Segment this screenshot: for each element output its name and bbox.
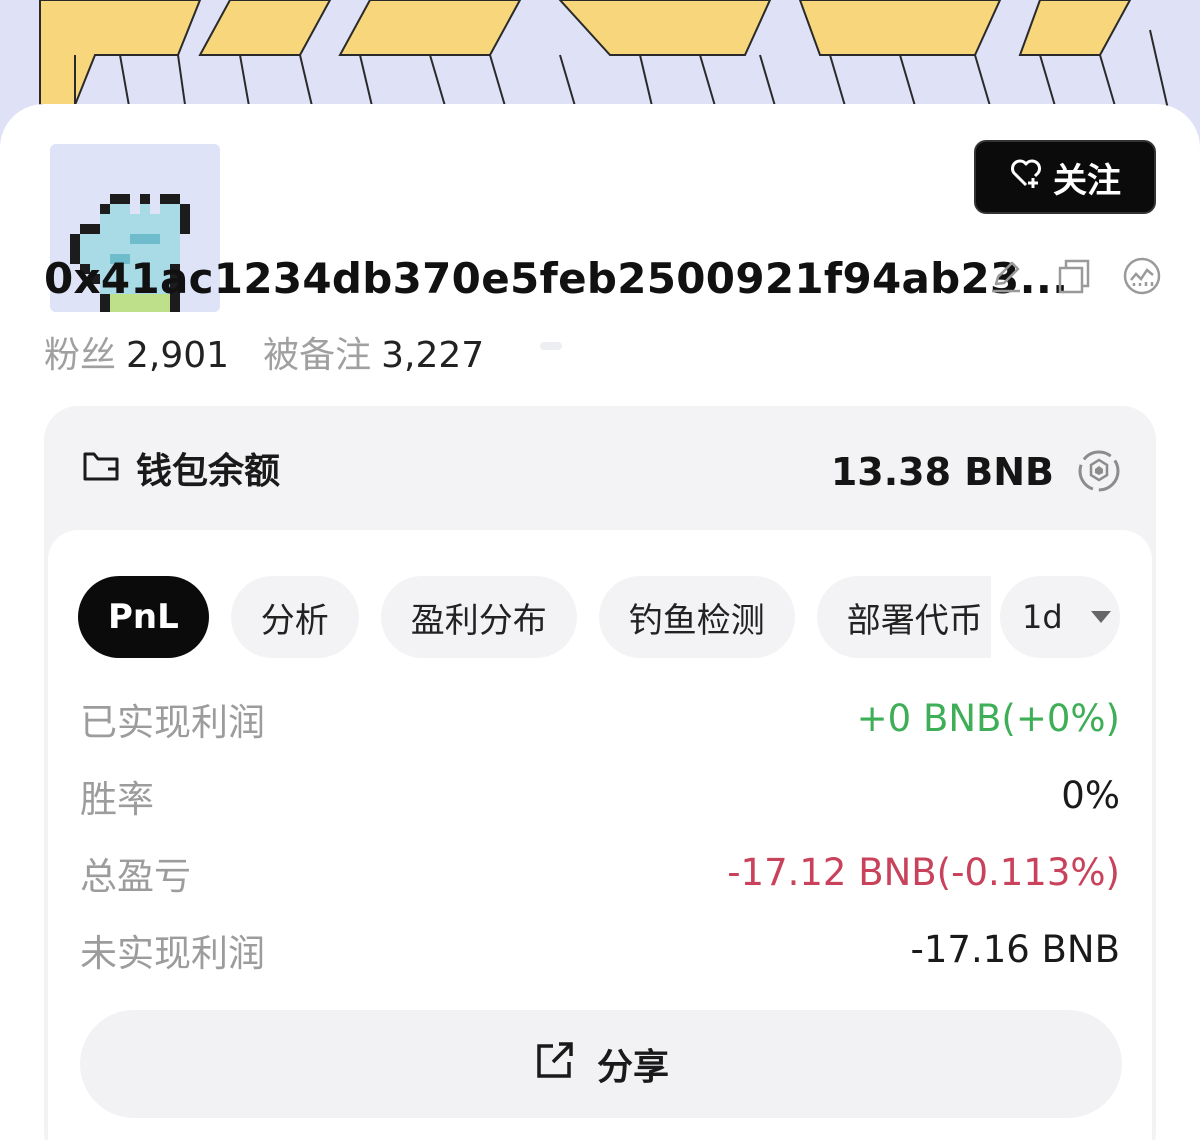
noted-count: 3,227 xyxy=(381,335,485,376)
metric-row: 已实现利润 +0 BNB(+0%) xyxy=(80,680,1120,757)
followers-stat[interactable]: 粉丝 2,901 xyxy=(44,326,229,378)
wallet-icon xyxy=(80,445,122,491)
unrealized-profit-label: 未实现利润 xyxy=(80,931,265,975)
tab-analysis[interactable]: 分析 xyxy=(230,576,359,658)
tab-deployed-tokens[interactable]: 部署代币 xyxy=(816,576,991,658)
copy-icon[interactable] xyxy=(1054,256,1094,296)
wallet-title: 钱包余额 xyxy=(136,451,281,492)
noted-label: 被备注 xyxy=(263,335,372,376)
realized-profit-value: +0 BNB(+0%) xyxy=(856,697,1120,740)
win-rate-value: 0% xyxy=(1061,774,1120,817)
followers-label: 粉丝 xyxy=(44,335,117,376)
pnl-metrics: 已实现利润 +0 BNB(+0%) 胜率 0% 总盈亏 -17.12 BNB(-… xyxy=(80,680,1120,988)
bnb-chain-icon[interactable] xyxy=(1076,448,1122,494)
share-label: 分享 xyxy=(596,1047,669,1088)
wallet-balance: 13.38 BNB xyxy=(830,450,1054,494)
unrealized-profit-value: -17.16 BNB xyxy=(910,928,1120,971)
total-pnl-label: 总盈亏 xyxy=(80,854,191,898)
tab-bar: PnL 分析 盈利分布 钓鱼检测 部署代币 xyxy=(78,576,991,658)
share-icon xyxy=(533,1038,577,1091)
heart-plus-icon xyxy=(1009,156,1043,199)
period-value: 1d xyxy=(1022,598,1063,636)
follow-label: 关注 xyxy=(1053,160,1121,201)
profile-stats: 粉丝 2,901 被备注 3,227 xyxy=(44,326,484,378)
metric-row: 胜率 0% xyxy=(80,757,1120,834)
pnl-panel: PnL 分析 盈利分布 钓鱼检测 部署代币 1d 已实现利润 +0 BNB(+0… xyxy=(48,530,1152,1140)
realized-profit-label: 已实现利润 xyxy=(80,700,265,744)
edit-icon[interactable] xyxy=(986,256,1026,296)
wallet-panel: 钱包余额 13.38 BNB PnL 分析 盈利分布 钓鱼检测 部署代币 1d … xyxy=(44,406,1156,1140)
period-select[interactable]: 1d xyxy=(1000,576,1120,658)
follow-button[interactable]: 关注 xyxy=(974,140,1156,214)
divider xyxy=(540,342,562,350)
chart-icon[interactable] xyxy=(1122,256,1162,296)
profile-card: 关注 0x41ac1234db370e5feb2500921f94ab23...… xyxy=(0,104,1200,1140)
wallet-header: 钱包余额 xyxy=(80,442,280,494)
win-rate-label: 胜率 xyxy=(80,777,154,821)
tab-pnl[interactable]: PnL xyxy=(78,576,209,658)
wallet-address: 0x41ac1234db370e5feb2500921f94ab23... xyxy=(44,254,1069,303)
share-button[interactable]: 分享 xyxy=(80,1010,1122,1118)
chevron-down-icon xyxy=(1090,611,1111,623)
metric-row: 总盈亏 -17.12 BNB(-0.113%) xyxy=(80,834,1120,911)
followers-count: 2,901 xyxy=(126,335,230,376)
tab-profit-distribution[interactable]: 盈利分布 xyxy=(380,576,577,658)
tab-phishing-check[interactable]: 钓鱼检测 xyxy=(598,576,795,658)
noted-stat[interactable]: 被备注 3,227 xyxy=(263,326,484,378)
metric-row: 未实现利润 -17.16 BNB xyxy=(80,911,1120,988)
total-pnl-value: -17.12 BNB(-0.113%) xyxy=(727,851,1120,894)
